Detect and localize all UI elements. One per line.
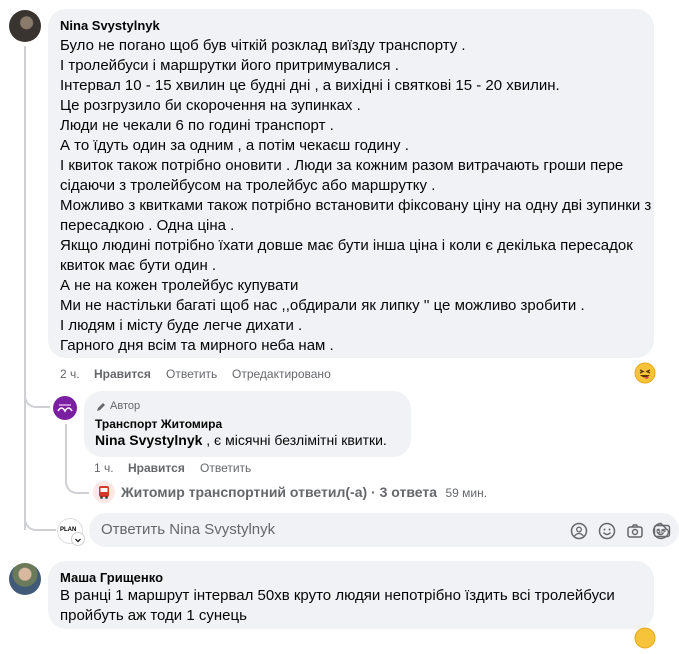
reply-time[interactable]: 1 ч. xyxy=(94,461,114,475)
thread-branch-input xyxy=(24,505,56,531)
reply-button[interactable]: Ответить xyxy=(166,367,217,381)
avatar-sticker-icon[interactable] xyxy=(570,522,588,540)
reply-like-button[interactable]: Нравится xyxy=(128,461,185,475)
pencil-icon xyxy=(95,400,107,412)
reply-input-box[interactable]: Ответить Nina Svystylnyk xyxy=(89,513,679,547)
reply-reply-button[interactable]: Ответить xyxy=(200,461,251,475)
avatar-zhytomyr-transport[interactable] xyxy=(93,481,115,503)
camera-icon[interactable] xyxy=(626,522,644,540)
haha-reaction-icon[interactable] xyxy=(634,362,656,384)
comment2-bubble: Маша Грищенко В ранці 1 маршрут інтервал… xyxy=(48,561,654,629)
reply-bubble: Автор Транспорт Житомира Nina Svystylnyk… xyxy=(84,391,411,457)
sticker-face-icon[interactable] xyxy=(652,522,670,540)
comment2-text: В ранці 1 маршрут інтервал 50хв круто лю… xyxy=(60,587,615,624)
mention-link[interactable]: Nina Svystylnyk xyxy=(95,432,202,448)
thread-branch-reply xyxy=(24,380,50,408)
comment-author[interactable]: Nina Svystylnyk xyxy=(60,18,160,33)
like-button[interactable]: Нравится xyxy=(94,367,151,381)
reply-text: Nina Svystylnyk , є місячні безлімітні к… xyxy=(95,432,387,448)
reply-actions: 1 ч. Нравится Ответить xyxy=(94,461,294,477)
thread-line xyxy=(24,46,26,530)
avatar-masha[interactable] xyxy=(9,563,41,595)
more-replies-time: 59 мин. xyxy=(445,486,488,500)
thread-branch-more xyxy=(65,470,89,494)
avatar-nina[interactable] xyxy=(9,10,41,42)
bus-icon xyxy=(99,486,109,499)
reply-input-placeholder[interactable]: Ответить Nina Svystylnyk xyxy=(101,521,275,538)
emoji-icon[interactable] xyxy=(598,522,616,540)
author-badge-label: Автор xyxy=(110,400,141,412)
comment-time[interactable]: 2 ч. xyxy=(60,367,80,381)
comment2-author[interactable]: Маша Грищенко xyxy=(60,570,163,585)
comment2-reaction-icon[interactable] xyxy=(634,627,656,649)
page-logo-icon xyxy=(57,404,73,413)
reply-author[interactable]: Транспорт Житомира xyxy=(95,417,222,431)
account-switch-chevron-icon[interactable] xyxy=(71,532,85,546)
comment-actions: 2 ч. Нравится Ответить Отредактировано xyxy=(60,367,380,383)
comment-bubble: Nina Svystylnyk Було не погано щоб був ч… xyxy=(48,9,654,358)
avatar-transport-page[interactable] xyxy=(53,396,77,420)
more-replies-label[interactable]: Житомир транспортний ответил(-а) · 3 отв… xyxy=(121,484,437,500)
edited-label[interactable]: Отредактировано xyxy=(232,367,331,381)
comment-text: Було не погано щоб був чіткій розклад ви… xyxy=(60,37,652,354)
view-more-replies[interactable]: Житомир транспортний ответил(-а) · 3 отв… xyxy=(121,484,487,502)
